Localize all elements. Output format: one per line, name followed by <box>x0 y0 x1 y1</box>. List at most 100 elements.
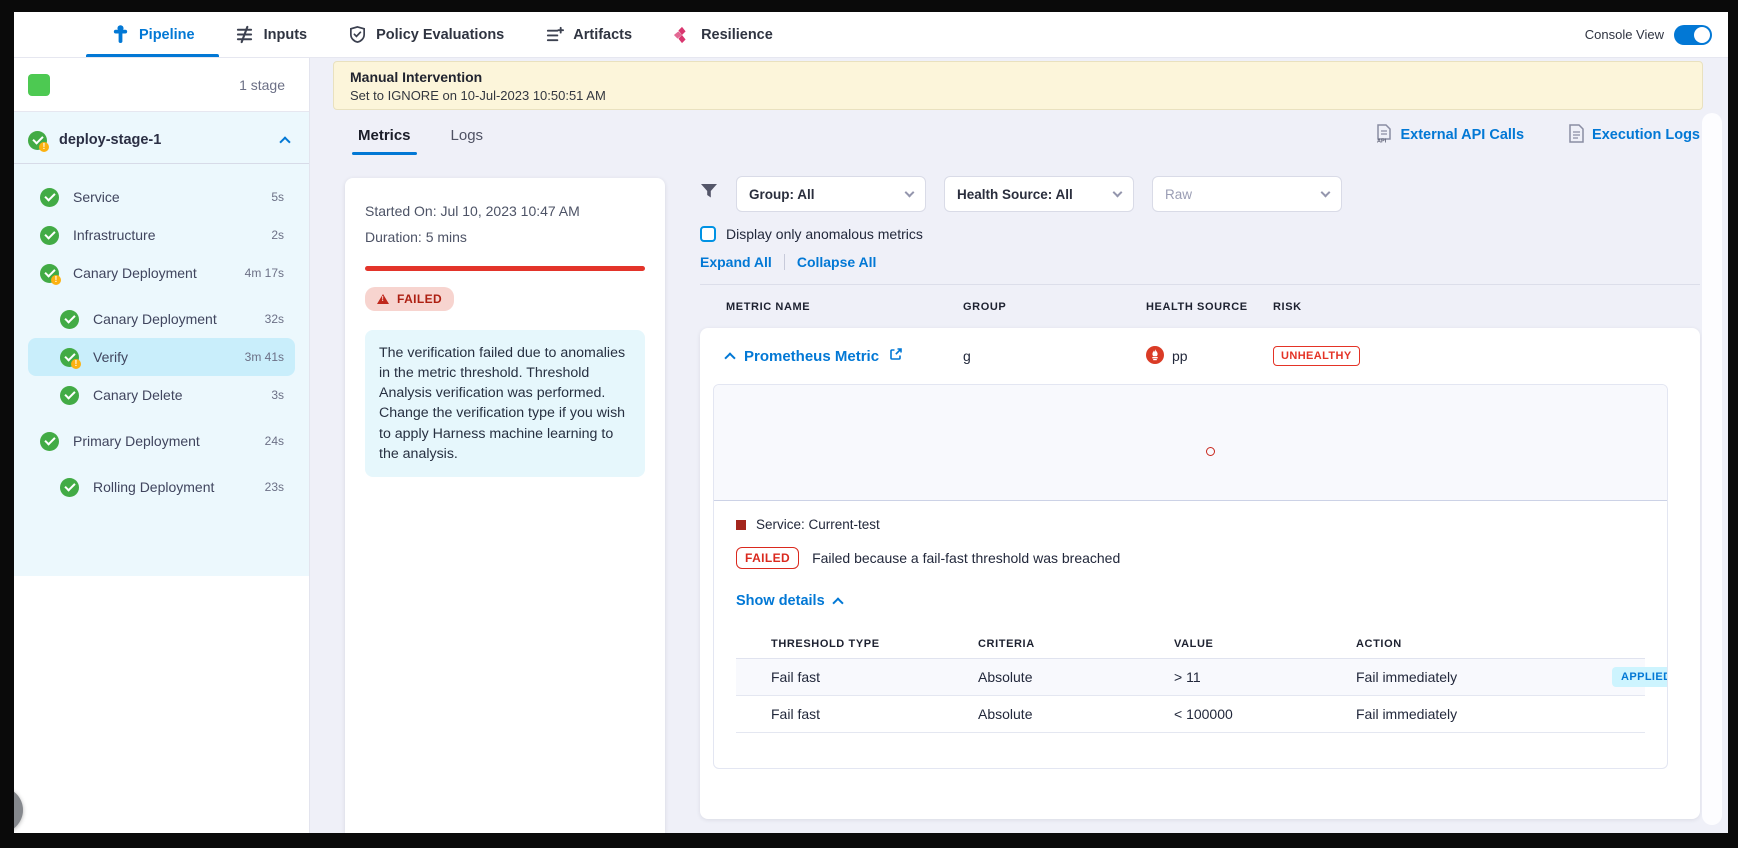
metrics-panel: Group: All Health Source: All Raw <box>700 176 1700 819</box>
success-icon <box>60 310 79 329</box>
external-api-calls-link[interactable]: API External API Calls <box>1375 124 1524 147</box>
execution-logs-link[interactable]: Execution Logs <box>1568 124 1700 147</box>
stage-count: 1 stage <box>239 77 285 93</box>
sidebar-header: 1 stage <box>14 58 309 112</box>
thresholds-header: THRESHOLD TYPE CRITERIA VALUE ACTION <box>736 629 1645 659</box>
divider <box>700 284 1700 285</box>
anomalous-metrics-checkbox[interactable] <box>700 226 716 242</box>
banner-subtitle: Set to IGNORE on 10-Jul-2023 10:50:51 AM <box>350 88 1686 103</box>
console-view-label: Console View <box>1585 27 1664 42</box>
health-source-name: pp <box>1172 348 1188 364</box>
tab-artifacts[interactable]: Artifacts <box>544 12 632 57</box>
app-window: Pipeline Inputs Policy Evaluations <box>14 12 1728 833</box>
tab-label: Resilience <box>701 27 773 43</box>
tab-label: Policy Evaluations <box>376 27 504 43</box>
document-icon <box>1568 124 1584 147</box>
step-row-canary-delete[interactable]: Canary Delete 3s <box>14 376 309 414</box>
tab-inputs[interactable]: Inputs <box>235 12 308 57</box>
progress-bar-failed <box>365 266 645 271</box>
tab-label: Pipeline <box>139 27 195 43</box>
started-on: Started On: Jul 10, 2023 10:47 AM <box>365 198 645 224</box>
top-navigation: Pipeline Inputs Policy Evaluations <box>14 12 1728 58</box>
metric-card: Prometheus Metric g pp <box>700 328 1700 819</box>
tab-logs[interactable]: Logs <box>449 110 486 160</box>
shield-check-icon <box>347 25 367 45</box>
step-row-canary-deployment[interactable]: Canary Deployment 4m 17s <box>14 254 309 292</box>
tab-label: Inputs <box>264 27 308 43</box>
canary-substeps: Canary Deployment 32s Verify 3m 41s Cana… <box>14 300 309 414</box>
execution-sidebar: 1 stage deploy-stage-1 Service 5s <box>14 58 310 833</box>
metric-details: Service: Current-test FAILED Failed beca… <box>713 384 1668 769</box>
nav-tabs: Pipeline Inputs Policy Evaluations <box>110 12 773 57</box>
chevron-down-icon <box>905 188 915 198</box>
success-icon <box>40 188 59 207</box>
step-list: Service 5s Infrastructure 2s Canary Depl… <box>14 164 309 506</box>
table-row: Fail fast Absolute > 11 Fail immediately… <box>736 659 1645 696</box>
step-row-verify[interactable]: Verify 3m 41s <box>28 338 295 376</box>
thresholds-table: THRESHOLD TYPE CRITERIA VALUE ACTION Fai… <box>736 629 1645 733</box>
chevron-up-icon[interactable] <box>279 136 290 147</box>
expand-collapse-row: Expand All Collapse All <box>700 254 1700 270</box>
svg-text:API: API <box>1377 138 1387 143</box>
manual-intervention-banner: Manual Intervention Set to IGNORE on 10-… <box>333 61 1703 110</box>
success-warning-icon <box>40 264 59 283</box>
pipeline-icon <box>110 25 130 45</box>
verification-summary-card: Started On: Jul 10, 2023 10:47 AM Durati… <box>345 178 665 833</box>
success-warning-icon <box>60 348 79 367</box>
stage-label: deploy-stage-1 <box>59 132 269 148</box>
step-row-rolling-deployment[interactable]: Rolling Deployment 23s <box>14 468 309 506</box>
metric-group: g <box>963 348 1146 364</box>
verification-chart[interactable] <box>714 385 1667 501</box>
scrollbar[interactable] <box>1702 113 1722 825</box>
step-row-canary-deployment-sub[interactable]: Canary Deployment 32s <box>14 300 309 338</box>
api-document-icon: API <box>1375 124 1392 147</box>
legend-marker <box>736 520 746 530</box>
success-icon <box>40 226 59 245</box>
applied-badge: APPLIED <box>1612 667 1668 687</box>
metric-row-prometheus[interactable]: Prometheus Metric g pp <box>700 334 1700 378</box>
chevron-up-icon[interactable] <box>724 352 735 363</box>
inputs-icon <box>235 25 255 45</box>
anomalous-metrics-option[interactable]: Display only anomalous metrics <box>700 226 1700 242</box>
stage-row-deploy-stage-1[interactable]: deploy-stage-1 <box>14 120 309 160</box>
tab-pipeline[interactable]: Pipeline <box>110 12 195 57</box>
anomalous-data-point[interactable] <box>1206 447 1215 456</box>
success-icon <box>60 478 79 497</box>
chevron-down-icon <box>1321 188 1331 198</box>
table-row: Fail fast Absolute < 100000 Fail immedia… <box>736 696 1645 733</box>
group-filter-dropdown[interactable]: Group: All <box>736 176 926 212</box>
health-source-filter-dropdown[interactable]: Health Source: All <box>944 176 1134 212</box>
warning-triangle-icon <box>377 294 389 304</box>
external-link-icon <box>889 347 903 365</box>
collapse-all-link[interactable]: Collapse All <box>797 254 877 270</box>
failure-reason-row: FAILED Failed because a fail-fast thresh… <box>736 547 1645 569</box>
filters-row: Group: All Health Source: All Raw <box>700 176 1700 212</box>
stage-status-square <box>28 74 50 96</box>
resilience-icon <box>672 25 692 45</box>
verification-message: The verification failed due to anomalies… <box>365 330 645 477</box>
failed-status-badge: FAILED <box>365 287 454 311</box>
tab-label: Artifacts <box>573 27 632 43</box>
tab-policy-evaluations[interactable]: Policy Evaluations <box>347 12 504 57</box>
expand-all-link[interactable]: Expand All <box>700 254 772 270</box>
show-details-link[interactable]: Show details <box>736 593 842 609</box>
risk-badge: UNHEALTHY <box>1273 346 1360 366</box>
view-tabs-row: Metrics Logs API External API Calls Exec… <box>356 110 1700 160</box>
success-icon <box>60 386 79 405</box>
tab-resilience[interactable]: Resilience <box>672 12 773 57</box>
step-row-primary-deployment[interactable]: Primary Deployment 24s <box>14 422 309 460</box>
console-view-toggle[interactable] <box>1674 25 1712 45</box>
metric-name-link[interactable]: Prometheus Metric <box>744 348 879 365</box>
primary-substeps: Rolling Deployment 23s <box>14 468 309 506</box>
chevron-up-icon <box>832 597 843 608</box>
step-row-infrastructure[interactable]: Infrastructure 2s <box>14 216 309 254</box>
console-view-control: Console View <box>1585 25 1712 45</box>
main-panel: Manual Intervention Set to IGNORE on 10-… <box>310 58 1728 833</box>
chevron-down-icon <box>1113 188 1123 198</box>
raw-filter-dropdown[interactable]: Raw <box>1152 176 1342 212</box>
failure-reason: Failed because a fail-fast threshold was… <box>812 550 1120 566</box>
stage-tree: deploy-stage-1 Service 5s Infrastructure <box>14 112 309 576</box>
banner-title: Manual Intervention <box>350 69 1686 85</box>
tab-metrics[interactable]: Metrics <box>356 110 413 160</box>
step-row-service[interactable]: Service 5s <box>14 178 309 216</box>
